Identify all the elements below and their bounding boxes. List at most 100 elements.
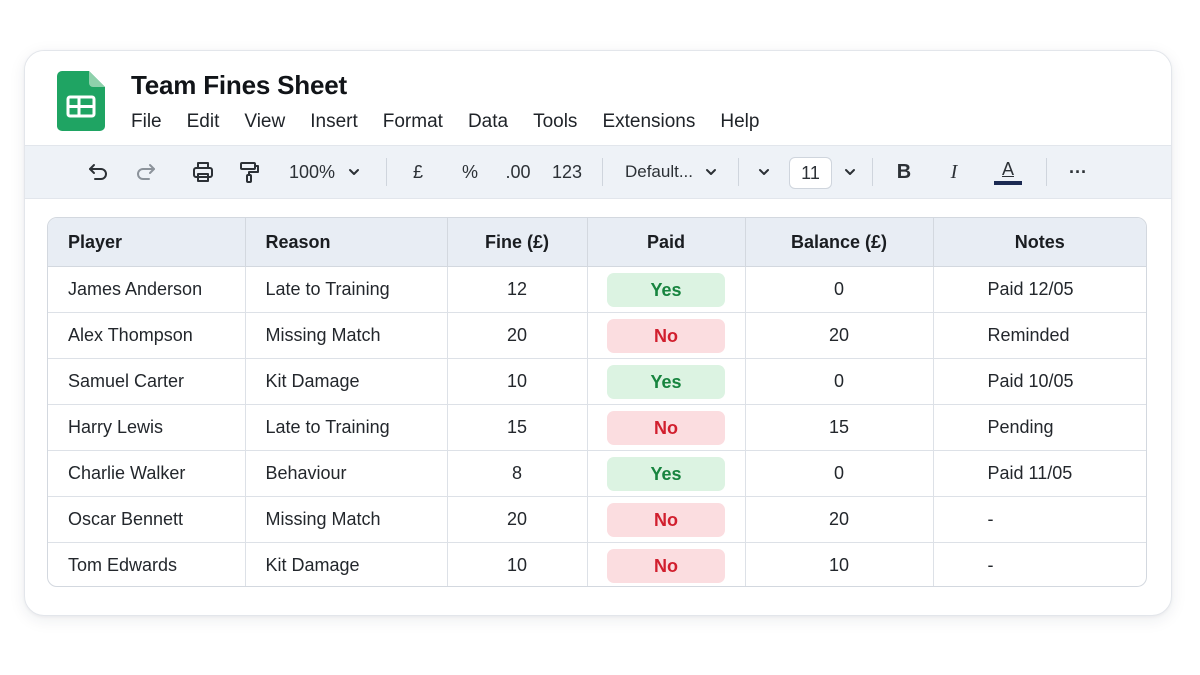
currency-format-button[interactable]: £: [405, 146, 431, 198]
redo-icon[interactable]: [131, 146, 161, 198]
font-family-select[interactable]: Default...: [621, 146, 697, 198]
cell-player[interactable]: Tom Edwards: [48, 542, 246, 586]
cell-fine[interactable]: 15: [447, 404, 588, 451]
text-color-button[interactable]: A: [991, 146, 1025, 198]
menu-insert[interactable]: Insert: [310, 110, 358, 134]
decrease-font-size-chevron-icon[interactable]: [753, 146, 775, 198]
cell-notes[interactable]: Reminded: [933, 312, 1146, 359]
google-sheets-icon[interactable]: [57, 71, 105, 131]
table-row: Samuel Carter Kit Damage 10 Yes 0 Paid 1…: [48, 358, 1146, 405]
column-header-player[interactable]: Player: [48, 218, 246, 267]
number-format-button[interactable]: 123: [547, 146, 587, 198]
toolbar-divider: [1046, 158, 1047, 186]
paint-format-icon[interactable]: [233, 146, 265, 198]
title-bar: Team Fines Sheet File Edit View Insert F…: [25, 51, 1171, 145]
table-row: James Anderson Late to Training 12 Yes 0…: [48, 266, 1146, 313]
italic-button[interactable]: I: [941, 146, 967, 198]
cell-paid[interactable]: No: [587, 404, 746, 451]
menu-format[interactable]: Format: [383, 110, 443, 134]
decimal-format-button[interactable]: .00: [503, 146, 533, 198]
font-chevron-down-icon[interactable]: [700, 146, 722, 198]
cell-reason[interactable]: Missing Match: [245, 496, 448, 543]
column-header-notes[interactable]: Notes: [933, 218, 1146, 267]
cell-reason[interactable]: Behaviour: [245, 450, 448, 497]
table-row: Harry Lewis Late to Training 15 No 15 Pe…: [48, 404, 1146, 451]
paid-status-badge: No: [607, 502, 725, 537]
cell-reason[interactable]: Kit Damage: [245, 358, 448, 405]
paid-status-badge: Yes: [607, 456, 725, 491]
toolbar-divider: [738, 158, 739, 186]
cell-paid[interactable]: Yes: [587, 450, 746, 497]
cell-balance[interactable]: 15: [745, 404, 934, 451]
cell-fine[interactable]: 20: [447, 496, 588, 543]
document-title[interactable]: Team Fines Sheet: [131, 70, 347, 101]
menu-help[interactable]: Help: [720, 110, 759, 134]
cell-player[interactable]: Samuel Carter: [48, 358, 246, 405]
cell-paid[interactable]: No: [587, 542, 746, 586]
undo-icon[interactable]: [83, 146, 113, 198]
cell-reason[interactable]: Late to Training: [245, 404, 448, 451]
paid-status-badge: No: [607, 410, 725, 445]
cell-fine[interactable]: 12: [447, 266, 588, 313]
cell-player[interactable]: Oscar Bennett: [48, 496, 246, 543]
column-header-balance[interactable]: Balance (£): [745, 218, 934, 267]
menu-file[interactable]: File: [131, 110, 162, 134]
column-header-reason[interactable]: Reason: [245, 218, 448, 267]
cell-notes[interactable]: Paid 12/05: [933, 266, 1146, 313]
percent-format-button[interactable]: %: [457, 146, 483, 198]
cell-reason[interactable]: Late to Training: [245, 266, 448, 313]
toolbar-divider: [386, 158, 387, 186]
cell-fine[interactable]: 8: [447, 450, 588, 497]
cell-balance[interactable]: 20: [745, 496, 934, 543]
cell-balance[interactable]: 0: [745, 266, 934, 313]
cell-balance[interactable]: 10: [745, 542, 934, 586]
toolbar: 100% £ % .00 123 Default... 11 B I A ···: [25, 145, 1171, 199]
cell-paid[interactable]: Yes: [587, 266, 746, 313]
zoom-select[interactable]: 100%: [287, 146, 337, 198]
table-row: Charlie Walker Behaviour 8 Yes 0 Paid 11…: [48, 450, 1146, 497]
menu-view[interactable]: View: [244, 110, 285, 134]
cell-player[interactable]: James Anderson: [48, 266, 246, 313]
cell-notes[interactable]: Paid 11/05: [933, 450, 1146, 497]
bold-button[interactable]: B: [891, 146, 917, 198]
zoom-chevron-down-icon[interactable]: [343, 146, 365, 198]
header-row: Player Reason Fine (£) Paid Balance (£) …: [48, 218, 1146, 267]
cell-fine[interactable]: 10: [447, 542, 588, 586]
font-size-chevron-down-icon[interactable]: [839, 146, 861, 198]
font-size-input[interactable]: 11: [789, 157, 832, 189]
more-options-button[interactable]: ···: [1063, 146, 1093, 198]
print-icon[interactable]: [187, 146, 219, 198]
cell-paid[interactable]: No: [587, 312, 746, 359]
column-header-paid[interactable]: Paid: [587, 218, 746, 267]
cell-balance[interactable]: 0: [745, 358, 934, 405]
menu-extensions[interactable]: Extensions: [602, 110, 695, 134]
cell-player[interactable]: Alex Thompson: [48, 312, 246, 359]
text-color-icon: A: [1001, 158, 1014, 179]
paid-status-badge: Yes: [607, 364, 725, 399]
table-row: Oscar Bennett Missing Match 20 No 20 -: [48, 496, 1146, 543]
menu-tools[interactable]: Tools: [533, 110, 577, 134]
cell-player[interactable]: Harry Lewis: [48, 404, 246, 451]
cell-balance[interactable]: 20: [745, 312, 934, 359]
cell-paid[interactable]: No: [587, 496, 746, 543]
cell-reason[interactable]: Missing Match: [245, 312, 448, 359]
menu-edit[interactable]: Edit: [187, 110, 220, 134]
cell-balance[interactable]: 0: [745, 450, 934, 497]
cell-paid[interactable]: Yes: [587, 358, 746, 405]
paid-status-badge: No: [607, 548, 725, 583]
cell-notes[interactable]: -: [933, 496, 1146, 543]
column-header-fine[interactable]: Fine (£): [447, 218, 588, 267]
toolbar-divider: [602, 158, 603, 186]
menu-bar: File Edit View Insert Format Data Tools …: [131, 110, 784, 134]
cell-player[interactable]: Charlie Walker: [48, 450, 246, 497]
cell-notes[interactable]: Paid 10/05: [933, 358, 1146, 405]
table-row: Tom Edwards Kit Damage 10 No 10 -: [48, 542, 1146, 587]
menu-data[interactable]: Data: [468, 110, 508, 134]
cell-notes[interactable]: Pending: [933, 404, 1146, 451]
toolbar-divider: [872, 158, 873, 186]
cell-fine[interactable]: 10: [447, 358, 588, 405]
cell-notes[interactable]: -: [933, 543, 1146, 587]
fines-table: Player Reason Fine (£) Paid Balance (£) …: [47, 217, 1147, 587]
cell-fine[interactable]: 20: [447, 312, 588, 359]
cell-reason[interactable]: Kit Damage: [245, 542, 448, 586]
